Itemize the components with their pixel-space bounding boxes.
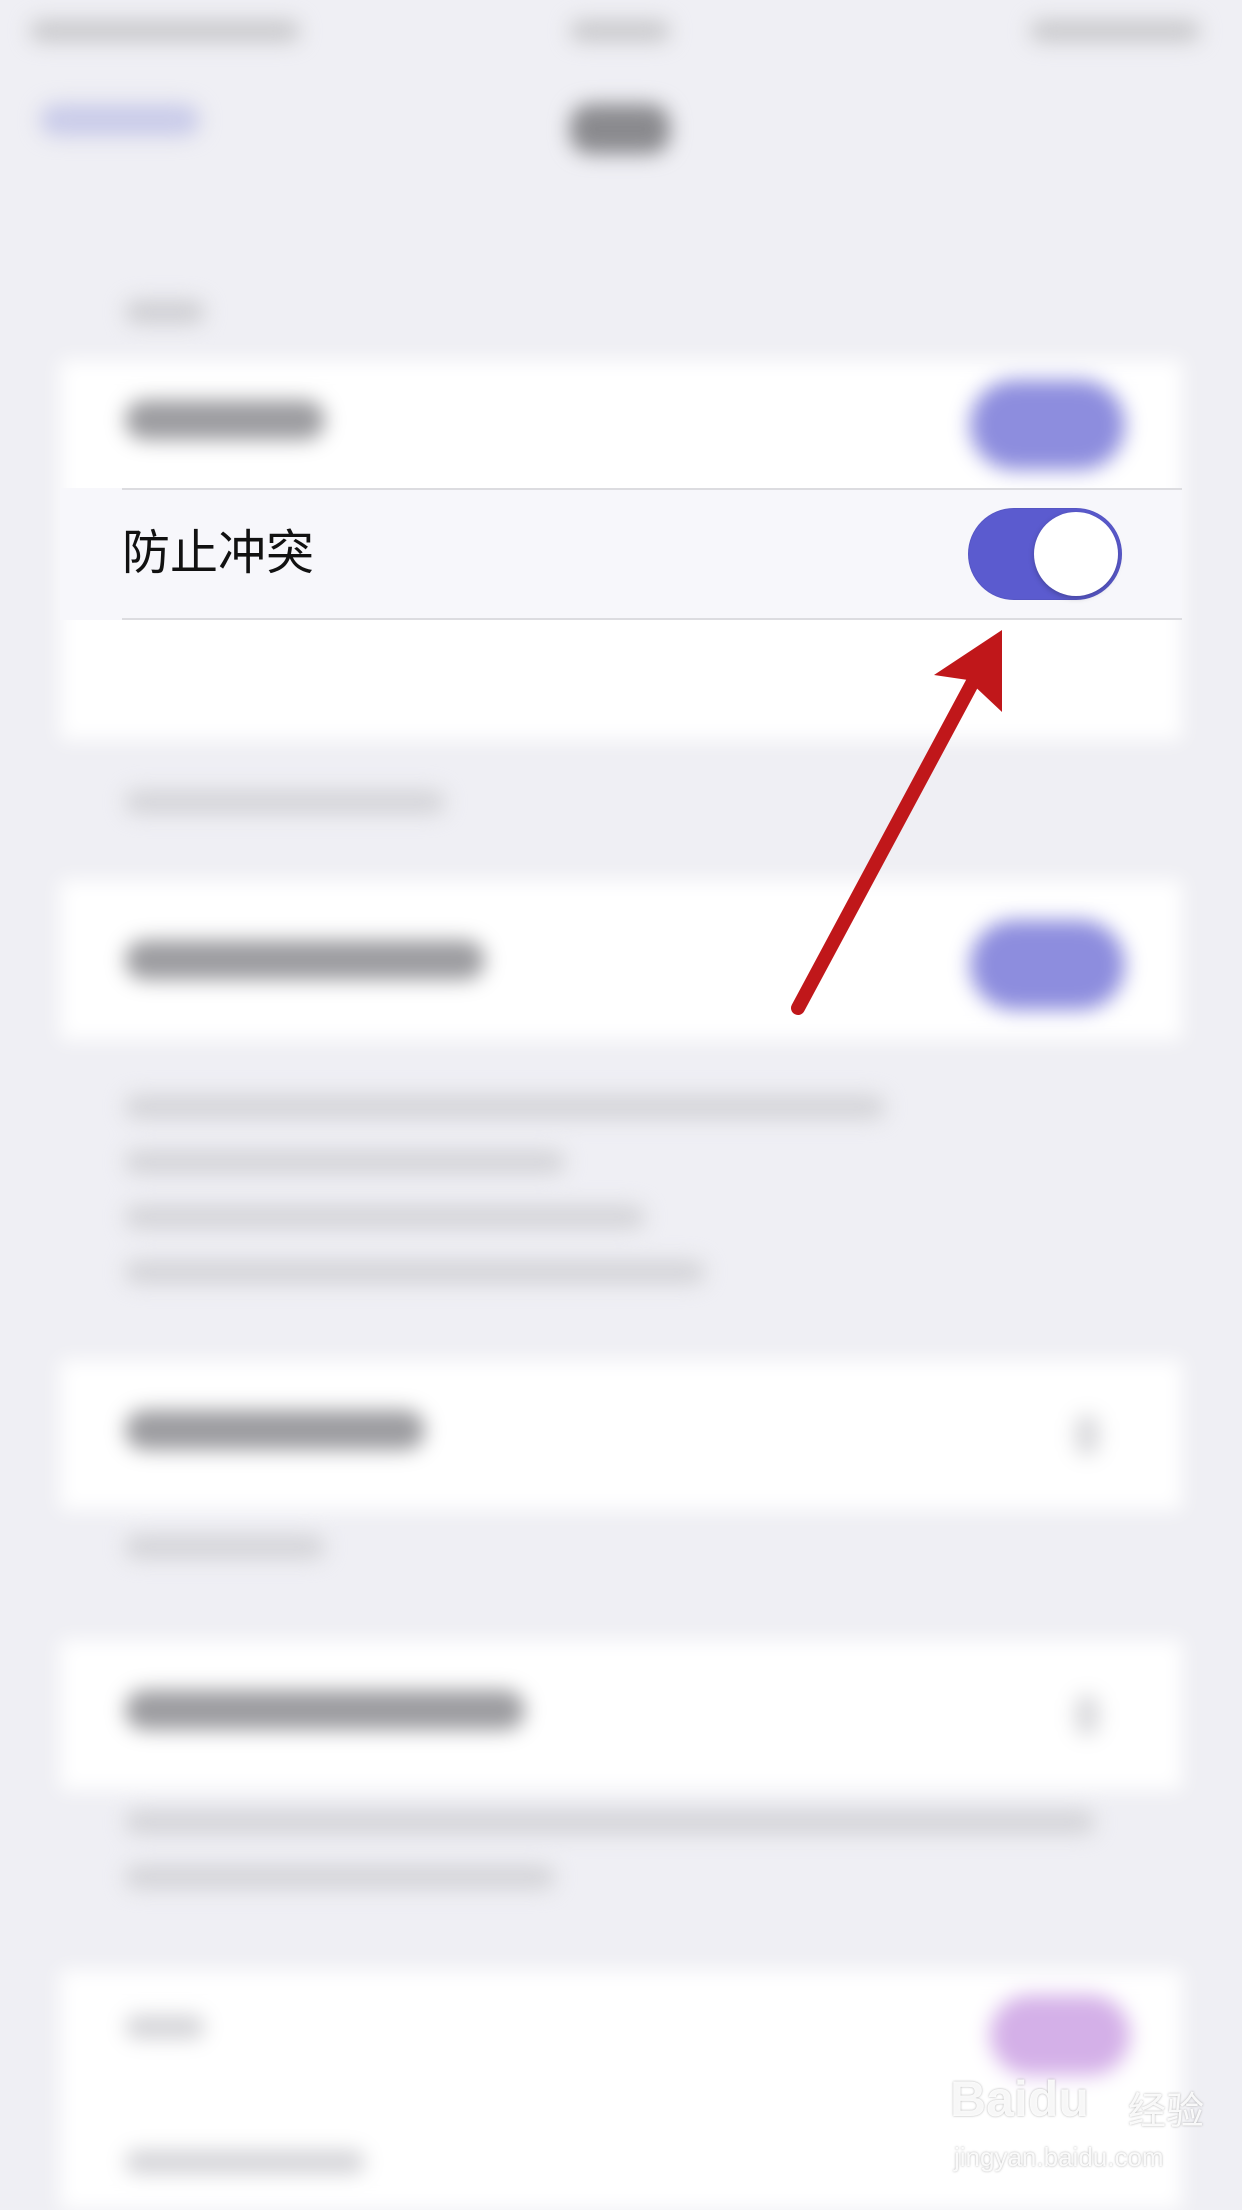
status-bar-carrier: [30, 20, 300, 42]
watermark-url: jingyan.baidu.com: [954, 2142, 1164, 2172]
setting-row-toggle[interactable]: [970, 920, 1125, 1010]
setting-row-toggle[interactable]: [990, 1995, 1130, 2075]
setting-footnote: [125, 1810, 1095, 1834]
setting-footnote: [125, 1205, 645, 1229]
setting-row-label: [125, 2015, 205, 2039]
setting-footnote: [125, 1535, 325, 1559]
setting-footnote: [125, 1150, 565, 1174]
setting-footnote: [125, 1095, 885, 1119]
chevron-right-icon: [1075, 1415, 1099, 1455]
back-button[interactable]: [40, 104, 200, 136]
toggle-knob: [1034, 512, 1118, 596]
setting-label: 防止冲突: [122, 525, 315, 581]
setting-row-label: [125, 2150, 365, 2174]
status-bar: [0, 0, 1242, 70]
page-title: [570, 104, 670, 154]
watermark-brand: Baidu: [950, 2071, 1089, 2127]
status-bar-time: [570, 20, 670, 42]
row-divider: [122, 488, 1182, 490]
setting-row-label: [125, 1690, 525, 1730]
setting-row-toggle[interactable]: [970, 380, 1125, 470]
setting-row-label: [125, 400, 325, 440]
setting-footnote: [125, 1865, 555, 1889]
baidu-watermark: Baidu 经验 jingyan.baidu.com: [950, 2070, 1230, 2190]
watermark-brand-cn: 经验: [1128, 2089, 1205, 2133]
settings-group-1-tail: [60, 620, 1182, 740]
status-bar-battery: [1030, 20, 1200, 42]
setting-row-label: [125, 1410, 425, 1450]
chevron-right-icon: [1075, 1695, 1099, 1735]
section-header: [125, 300, 205, 324]
blurred-background: [0, 0, 1242, 2210]
setting-row-prevent-conflict: 防止冲突: [60, 488, 1182, 620]
setting-footnote: [125, 790, 445, 814]
setting-row-label: [125, 940, 485, 980]
row-divider: [122, 618, 1182, 620]
setting-footnote: [125, 1260, 705, 1284]
toggle-switch[interactable]: [968, 508, 1122, 600]
